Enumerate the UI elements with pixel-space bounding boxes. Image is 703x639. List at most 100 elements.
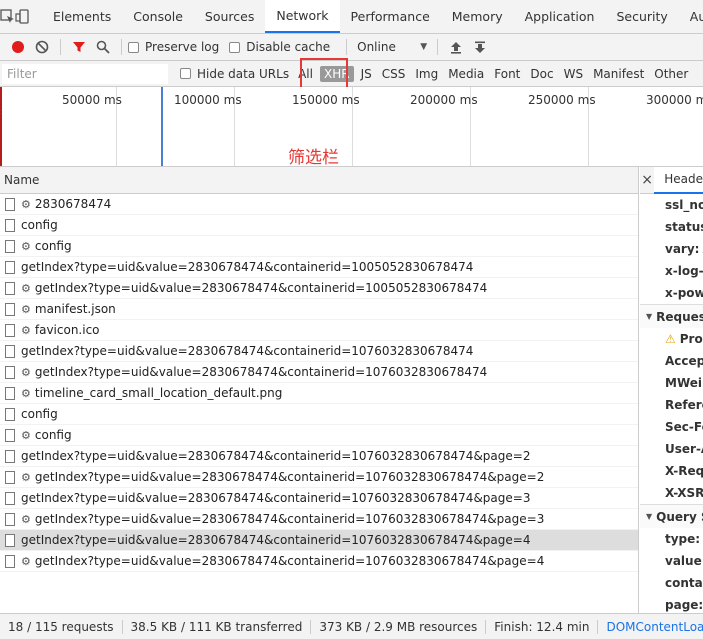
checkbox-box[interactable] [128,41,139,53]
file-icon [5,533,15,547]
tick-label: 150000 ms [292,93,360,107]
request-row[interactable]: getIndex?type=uid&value=2830678474&conta… [0,530,638,551]
filter-input[interactable]: Filter [2,63,168,84]
service-worker-icon: ⚙ [21,554,31,568]
tab-performance[interactable]: Performance [340,0,441,33]
request-name: config [21,218,58,232]
header-key: x-pow [665,286,703,300]
type-filter-manifest[interactable]: Manifest [588,67,649,81]
record-button[interactable] [6,36,30,58]
request-row[interactable]: ⚙ config [0,425,638,446]
tab-headers[interactable]: Heade [654,167,703,194]
tab-memory[interactable]: Memory [441,0,514,33]
type-filter-css[interactable]: CSS [377,67,411,81]
header-row: ⚠ Pro [640,328,703,350]
request-row[interactable]: getIndex?type=uid&value=2830678474&conta… [0,446,638,467]
header-key: User-A [665,442,703,456]
file-icon [5,554,15,568]
request-row[interactable]: ⚙ timeline_card_small_location_default.pn… [0,383,638,404]
request-name: config [34,428,72,442]
device-toolbar-icon[interactable] [15,0,30,33]
file-icon [5,407,15,421]
name-column-header[interactable]: Name [0,167,638,194]
request-row[interactable]: config [0,215,638,236]
inspect-element-icon[interactable] [0,0,15,33]
file-icon [5,239,15,253]
request-row[interactable]: ⚙ getIndex?type=uid&value=2830678474&cont… [0,278,638,299]
import-har-button[interactable] [444,36,468,58]
file-icon [5,386,15,400]
request-name: getIndex?type=uid&value=2830678474&conta… [34,470,545,484]
close-icon[interactable]: × [640,172,654,188]
toolbar-divider [60,39,61,55]
tab-elements[interactable]: Elements [42,0,122,33]
type-filter-js[interactable]: JS [356,67,377,81]
header-key: Pro [679,332,703,346]
disable-cache-checkbox[interactable]: Disable cache [229,40,330,54]
service-worker-icon: ⚙ [21,512,31,526]
service-worker-icon: ⚙ [21,386,31,400]
header-row: User-A [640,438,703,460]
request-row[interactable]: getIndex?type=uid&value=2830678474&conta… [0,257,638,278]
file-icon [5,491,15,505]
request-row[interactable]: ⚙ favicon.ico [0,320,638,341]
search-button[interactable] [91,36,115,58]
tick-label: 100000 ms [174,93,242,107]
type-filter-ws[interactable]: WS [559,67,588,81]
details-body: ssl_nocstatus:vary:Ax-log-ux-pow▼Request… [640,194,703,613]
header-row: status: [640,216,703,238]
request-row[interactable]: config [0,404,638,425]
clear-icon [35,40,49,54]
load-marker [0,87,2,166]
request-row[interactable]: ⚙ getIndex?type=uid&value=2830678474&cont… [0,467,638,488]
request-row[interactable]: ⚙ 2830678474 [0,194,638,215]
header-key: X-XSRI [665,486,703,500]
header-row: MWeib [640,372,703,394]
header-row: Refere [640,394,703,416]
checkbox-box[interactable] [180,68,191,79]
tab-network[interactable]: Network [265,0,340,33]
checkbox-box[interactable] [229,41,241,53]
tab-console[interactable]: Console [122,0,194,33]
file-icon [5,323,15,337]
request-row[interactable]: ⚙ getIndex?type=uid&value=2830678474&cont… [0,551,638,572]
request-row[interactable]: ⚙ getIndex?type=uid&value=2830678474&cont… [0,509,638,530]
header-key: contair [665,576,703,590]
record-icon [12,41,24,53]
type-filter-media[interactable]: Media [443,67,489,81]
hide-data-urls-checkbox[interactable]: Hide data URLs [180,67,289,81]
request-list: Name ⚙ 2830678474 config ⚙ config getIndex?ty… [0,167,639,613]
header-row: value: [640,550,703,572]
header-key: Sec-Fet [665,420,703,434]
request-headers-section[interactable]: ▼Request [640,304,703,328]
request-row[interactable]: ⚙ config [0,236,638,257]
filter-toggle-button[interactable] [67,36,91,58]
type-filter-img[interactable]: Img [410,67,443,81]
filter-bar: Filter Hide data URLs All XHR JS CSS Img Medi… [0,61,703,87]
tab-sources[interactable]: Sources [194,0,265,33]
request-name: 2830678474 [34,197,112,211]
type-filter-doc[interactable]: Doc [525,67,558,81]
request-row[interactable]: ⚙ getIndex?type=uid&value=2830678474&cont… [0,362,638,383]
query-string-section[interactable]: ▼Query St [640,504,703,528]
preserve-log-checkbox[interactable]: Preserve log [128,40,219,54]
network-toolbar: Preserve log Disable cache Online ▼ [0,34,703,61]
export-har-button[interactable] [468,36,492,58]
service-worker-icon: ⚙ [21,239,31,253]
type-filter-font[interactable]: Font [489,67,525,81]
clear-button[interactable] [30,36,54,58]
tab-security[interactable]: Security [605,0,678,33]
transferred-size: 38.5 KB / 111 KB transferred [123,619,312,634]
request-name: getIndex?type=uid&value=2830678474&conta… [21,533,531,547]
expand-triangle-icon: ▼ [646,312,653,321]
header-row: x-log-u [640,260,703,282]
request-row[interactable]: ⚙ manifest.json [0,299,638,320]
type-filter-other[interactable]: Other [649,67,693,81]
header-row: contair [640,572,703,594]
tab-application[interactable]: Application [514,0,606,33]
filter-placeholder: Filter [7,66,37,81]
request-row[interactable]: getIndex?type=uid&value=2830678474&conta… [0,488,638,509]
request-row[interactable]: getIndex?type=uid&value=2830678474&conta… [0,341,638,362]
tab-audits[interactable]: Audits [679,0,703,33]
throttling-select[interactable]: Online ▼ [353,40,431,54]
